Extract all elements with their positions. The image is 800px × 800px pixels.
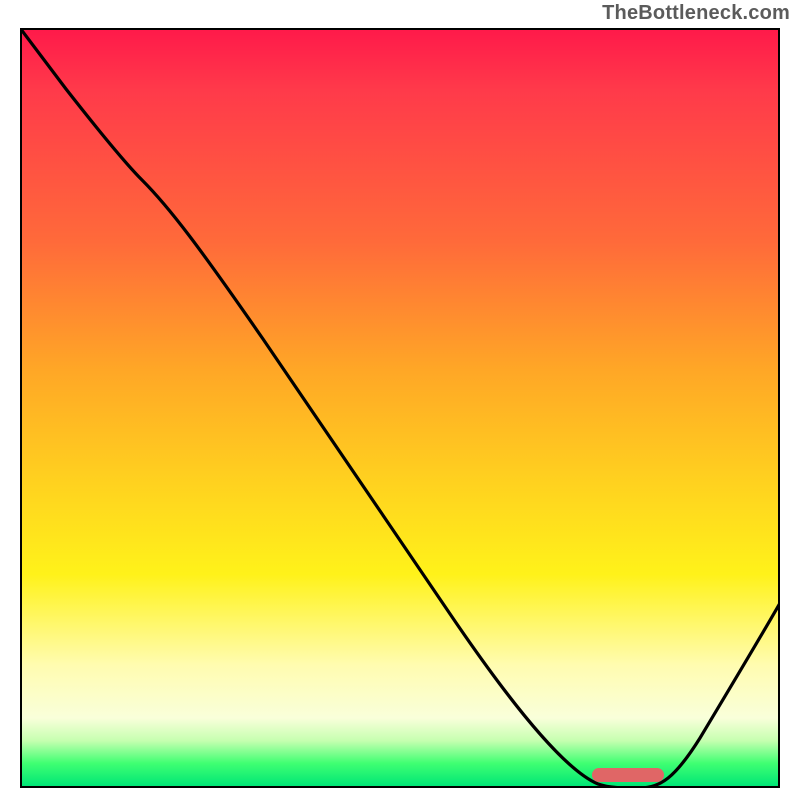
watermark-text: TheBottleneck.com [602,2,790,25]
chart-area [20,28,780,788]
optimal-zone-marker [592,768,664,782]
curve-path [20,28,780,788]
chart-container: TheBottleneck.com [0,0,800,800]
bottleneck-curve [20,28,780,788]
